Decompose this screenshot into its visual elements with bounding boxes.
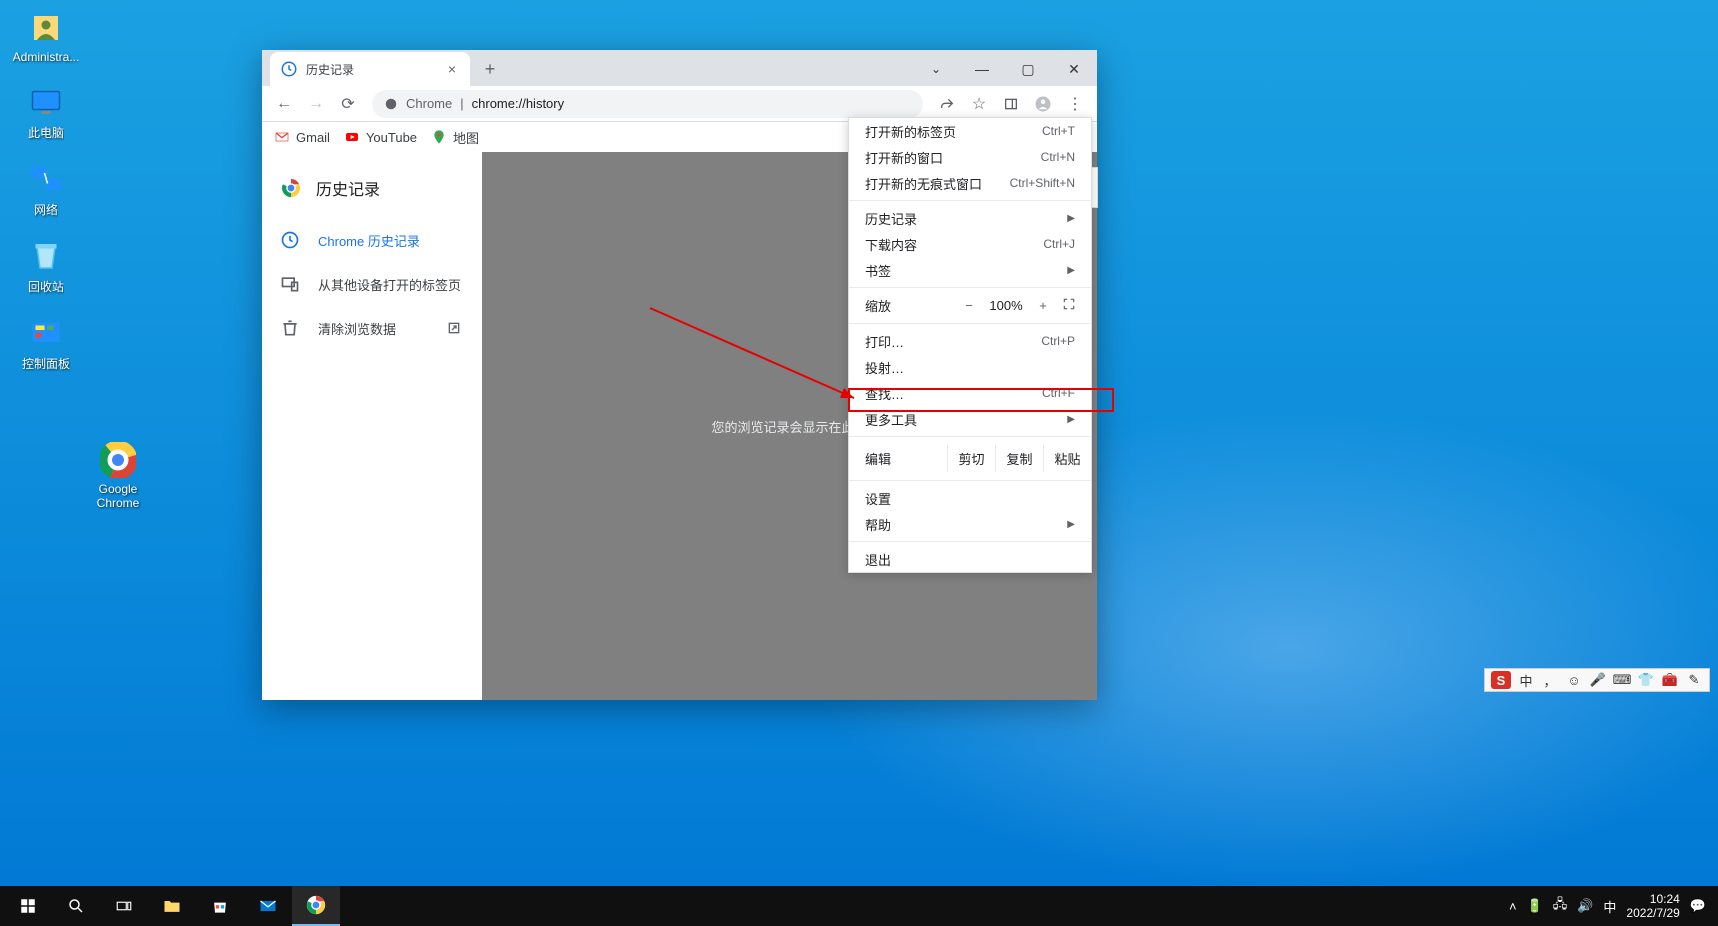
tray-volume-icon[interactable]: 🔊 (1577, 898, 1593, 914)
sidebar-item-label: 从其他设备打开的标签页 (318, 275, 461, 294)
menu-button[interactable]: ⋮ (1061, 90, 1089, 118)
taskbar-explorer[interactable] (148, 886, 196, 926)
sidebar-title: 历史记录 (262, 168, 482, 218)
history-icon (280, 60, 298, 78)
sidebar-item-history[interactable]: Chrome 历史记录 (262, 218, 482, 262)
tray-chevron-icon[interactable]: ˄ (1509, 899, 1517, 914)
zoom-in-button[interactable]: + (1029, 298, 1057, 313)
taskbar-mail[interactable] (244, 886, 292, 926)
menu-item-newtab[interactable]: 打开新的标签页Ctrl+T (849, 118, 1091, 144)
minimize-button[interactable]: — (959, 52, 1005, 86)
desktop-icons-column: Administra... 此电脑 网络 回收站 控制面板 (8, 8, 84, 372)
taskview-button[interactable] (100, 886, 148, 926)
ime-mic-icon[interactable]: 🎤 (1589, 671, 1607, 689)
history-sidebar: 历史记录 Chrome 历史记录 从其他设备打开的标签页 清除浏览数据 (262, 152, 482, 700)
system-tray: ˄ 🔋 🖧 🔊 中 10:24 2022/7/29 💬 (1509, 892, 1714, 921)
tray-notifications-icon[interactable]: 💬 (1690, 898, 1706, 914)
reload-button[interactable]: ⟳ (334, 90, 362, 118)
ime-bar[interactable]: S 中 ， ☺ 🎤 ⌨ 👕 🧰 ✎ (1484, 668, 1710, 692)
tab-title: 历史记录 (306, 61, 354, 78)
zoom-out-button[interactable]: − (955, 298, 983, 313)
maps-icon (431, 129, 447, 145)
zoom-value: 100% (983, 298, 1029, 313)
taskbar-chrome[interactable] (292, 886, 340, 926)
menu-item-history[interactable]: 历史记录▶ (849, 205, 1091, 231)
menu-item-moretools[interactable]: 更多工具▶ (849, 406, 1091, 432)
chrome-main-menu: 打开新的标签页Ctrl+T 打开新的窗口Ctrl+N 打开新的无痕式窗口Ctrl… (848, 117, 1092, 573)
close-tab-button[interactable]: × (444, 61, 460, 77)
menu-item-bookmarks[interactable]: 书签▶ (849, 257, 1091, 283)
menu-item-incognito[interactable]: 打开新的无痕式窗口Ctrl+Shift+N (849, 170, 1091, 196)
sidepanel-button[interactable] (997, 90, 1025, 118)
sidebar-item-label: Chrome 历史记录 (318, 231, 420, 250)
external-link-icon (444, 318, 464, 338)
ime-settings-icon[interactable]: ✎ (1685, 671, 1703, 689)
menu-item-settings[interactable]: 设置 (849, 485, 1091, 511)
empty-history-message: 您的浏览记录会显示在此处 (711, 417, 867, 436)
clock-icon (280, 230, 300, 250)
taskbar-search-button[interactable] (52, 886, 100, 926)
url-path: chrome://history (472, 96, 564, 111)
tray-battery-icon[interactable]: 🔋 (1527, 898, 1543, 914)
sidebar-item-clear[interactable]: 清除浏览数据 (262, 306, 482, 350)
close-window-button[interactable]: ✕ (1051, 52, 1097, 86)
titlebar: 历史记录 × + ⌄ — ▢ ✕ (262, 50, 1097, 86)
url-origin: Chrome (406, 96, 452, 111)
nav-back-button[interactable]: ← (270, 90, 298, 118)
sidebar-item-label: 清除浏览数据 (318, 319, 396, 338)
address-bar[interactable]: Chrome | chrome://history (372, 90, 923, 118)
devices-icon (280, 274, 300, 294)
desktop-icon-network[interactable]: 网络 (8, 159, 84, 218)
menu-item-exit[interactable]: 退出 (849, 546, 1091, 572)
desktop-icon-thispc[interactable]: 此电脑 (8, 82, 84, 141)
desktop-icon-controlpanel[interactable]: 控制面板 (8, 313, 84, 372)
ime-keyboard-icon[interactable]: ⌨ (1613, 671, 1631, 689)
menu-item-edit: 编辑 剪切 复制 粘贴 (849, 441, 1091, 476)
tray-ime[interactable]: 中 (1603, 897, 1616, 916)
menu-item-zoom: 缩放 − 100% + (849, 292, 1091, 319)
cut-button[interactable]: 剪切 (947, 445, 995, 472)
taskbar-store[interactable] (196, 886, 244, 926)
ime-punct[interactable]: ， (1541, 671, 1559, 689)
youtube-icon (344, 129, 360, 145)
start-button[interactable] (4, 886, 52, 926)
ime-sogou-icon[interactable]: S (1491, 671, 1511, 689)
maximize-button[interactable]: ▢ (1005, 52, 1051, 86)
desktop-icon-chrome[interactable]: Google Chrome (80, 440, 156, 510)
bookmark-maps[interactable]: 地图 (431, 128, 479, 147)
tray-network-icon[interactable]: 🖧 (1553, 895, 1568, 917)
bookmark-star-button[interactable]: ☆ (965, 90, 993, 118)
menu-item-cast[interactable]: 投射… (849, 354, 1091, 380)
menu-item-find[interactable]: 查找…Ctrl+F (849, 380, 1091, 406)
profile-button[interactable] (1029, 90, 1057, 118)
bookmark-youtube[interactable]: YouTube (344, 129, 417, 145)
desktop-icon-user[interactable]: Administra... (8, 8, 84, 64)
nav-forward-button[interactable]: → (302, 90, 330, 118)
desktop-icon-recyclebin[interactable]: 回收站 (8, 236, 84, 295)
bookmark-gmail[interactable]: Gmail (274, 129, 330, 145)
chrome-logo-icon (280, 177, 302, 199)
gmail-icon (274, 129, 290, 145)
ime-lang[interactable]: 中 (1517, 671, 1535, 689)
copy-button[interactable]: 复制 (995, 445, 1043, 472)
menu-item-help[interactable]: 帮助▶ (849, 511, 1091, 537)
sidebar-item-tabs[interactable]: 从其他设备打开的标签页 (262, 262, 482, 306)
menu-item-print[interactable]: 打印…Ctrl+P (849, 328, 1091, 354)
newtab-button[interactable]: + (476, 55, 504, 83)
tab-search-button[interactable]: ⌄ (913, 52, 959, 86)
tray-clock[interactable]: 10:24 2022/7/29 (1626, 892, 1679, 921)
menu-item-downloads[interactable]: 下载内容Ctrl+J (849, 231, 1091, 257)
trash-icon (280, 318, 300, 338)
browser-tab[interactable]: 历史记录 × (270, 52, 470, 86)
ime-emoji-icon[interactable]: ☺ (1565, 671, 1583, 689)
paste-button[interactable]: 粘贴 (1043, 445, 1091, 472)
ime-toolbox-icon[interactable]: 🧰 (1661, 671, 1679, 689)
share-button[interactable] (933, 90, 961, 118)
menu-item-newwindow[interactable]: 打开新的窗口Ctrl+N (849, 144, 1091, 170)
chrome-origin-icon (384, 97, 398, 111)
ime-skin-icon[interactable]: 👕 (1637, 671, 1655, 689)
taskbar: ˄ 🔋 🖧 🔊 中 10:24 2022/7/29 💬 (0, 886, 1718, 926)
fullscreen-button[interactable] (1057, 297, 1081, 314)
